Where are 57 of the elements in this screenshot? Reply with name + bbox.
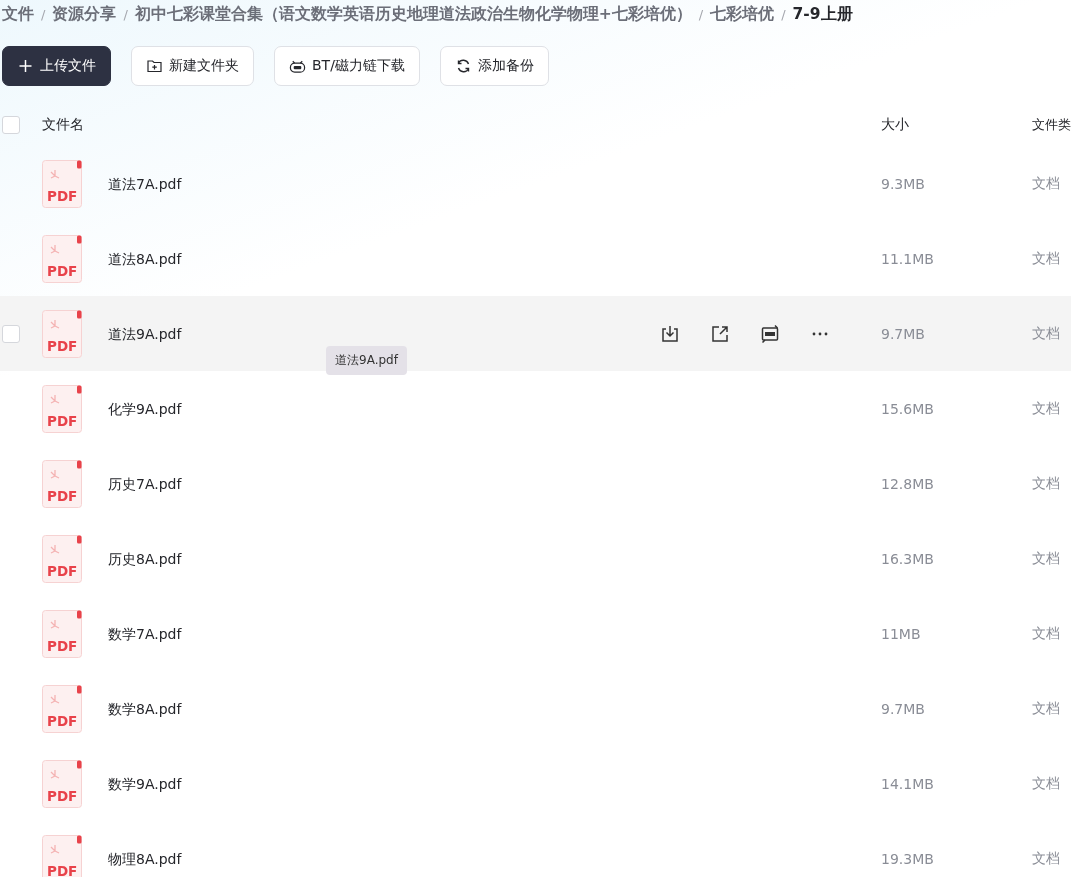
breadcrumb-separator: / [698, 6, 704, 22]
file-type: 文档 [1032, 249, 1061, 268]
column-header[interactable]: 文件名 [42, 116, 650, 134]
breadcrumb-item: 7-9上册 [792, 3, 853, 25]
pdf-file-icon: PDF [42, 309, 82, 358]
bt-button[interactable]: BT/磁力链下载 [274, 46, 420, 86]
file-name[interactable]: 道法8A.pdf [108, 250, 182, 267]
file-size: 9.7MB [881, 700, 926, 717]
file-type: 文档 [1032, 624, 1061, 643]
breadcrumb-item[interactable]: 资源分享 [52, 3, 117, 25]
breadcrumb-item[interactable]: 文件 [2, 3, 34, 25]
pdf-file-icon: PDF [42, 609, 82, 658]
pdf-file-icon: PDF [42, 534, 82, 583]
file-name[interactable]: 数学7A.pdf [108, 625, 182, 642]
pdf-file-icon: PDF [42, 234, 82, 283]
file-name[interactable]: 数学8A.pdf [108, 700, 182, 717]
folder-button[interactable]: 新建文件夹 [131, 46, 254, 86]
file-type: 文档 [1032, 774, 1061, 793]
file-name[interactable]: 物理8A.pdf [108, 850, 182, 867]
breadcrumb-item[interactable]: 初中七彩课堂合集（语文数学英语历史地理道法政治生物化学物理+七彩培优） [134, 3, 692, 25]
breadcrumb-item[interactable]: 七彩培优 [710, 3, 775, 25]
file-size: 9.7MB [881, 325, 926, 342]
file-size: 15.6MB [881, 400, 935, 417]
file-type: 文档 [1032, 849, 1061, 868]
backup-button[interactable]: 添加备份 [439, 46, 549, 86]
file-size: 19.3MB [881, 850, 935, 867]
pdf-file-icon: PDF [42, 384, 82, 433]
file-size: 12.8MB [881, 475, 935, 492]
file-type: 文档 [1032, 324, 1061, 343]
file-size: 16.3MB [881, 550, 935, 567]
pdf-file-icon: PDF [42, 459, 82, 508]
file-name-tooltip: 道法9A.pdf [326, 345, 407, 375]
pdf-file-icon: PDF [42, 684, 82, 733]
breadcrumb-separator: / [41, 6, 46, 22]
file-name[interactable]: 道法9A.pdf [108, 325, 182, 342]
file-size: 11.1MB [881, 250, 935, 267]
column-header[interactable]: 大小 [881, 116, 1032, 134]
column-header[interactable]: 文件类 [1032, 116, 1071, 134]
pdf-file-icon: PDF [42, 759, 82, 808]
file-type: 文档 [1032, 399, 1061, 418]
file-name[interactable]: 历史8A.pdf [108, 550, 182, 567]
file-type: 文档 [1032, 174, 1061, 193]
file-size: 14.1MB [881, 775, 935, 792]
file-name[interactable]: 历史7A.pdf [108, 475, 182, 492]
file-type: 文档 [1032, 474, 1061, 493]
breadcrumb-separator: / [123, 6, 128, 22]
upload-button[interactable]: 上传文件 [2, 46, 111, 86]
file-name[interactable]: 化学9A.pdf [108, 400, 182, 417]
breadcrumb-separator: / [781, 6, 786, 22]
file-type: 文档 [1032, 549, 1061, 568]
file-size: 11MB [881, 625, 922, 642]
file-type: 文档 [1032, 699, 1061, 718]
file-name[interactable]: 数学9A.pdf [108, 775, 182, 792]
pdf-file-icon: PDF [42, 834, 82, 877]
file-size: 9.3MB [881, 175, 926, 192]
pdf-file-icon: PDF [42, 159, 82, 208]
file-name[interactable]: 道法7A.pdf [108, 175, 182, 192]
